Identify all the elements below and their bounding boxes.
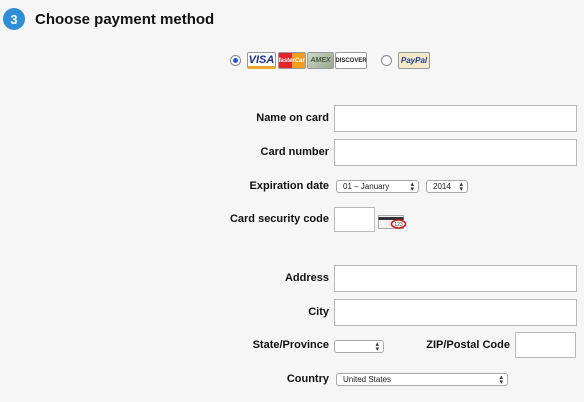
expiration-month-value: 01 – January <box>343 182 390 191</box>
visa-logo-icon: VISA <box>247 52 276 69</box>
expiration-year-select[interactable]: 2014 ▴ ▾ <box>426 180 468 193</box>
paypal-payment-radio[interactable] <box>381 55 392 66</box>
select-arrows-icon: ▴ ▾ <box>459 181 463 193</box>
discover-logo-icon: DISCOVER <box>335 52 367 69</box>
name-on-card-input[interactable] <box>334 105 577 132</box>
country-value: United States <box>343 375 392 384</box>
step-number-badge: 3 <box>3 8 25 30</box>
card-payment-radio[interactable] <box>230 55 241 66</box>
card-security-code-label: Card security code <box>229 213 329 225</box>
select-arrows-icon: ▴ ▾ <box>410 181 414 193</box>
card-number-input[interactable] <box>334 139 577 166</box>
cvv-sample-text: 123 <box>394 222 403 228</box>
card-number-label: Card number <box>260 146 329 158</box>
select-arrows-icon: ▴ ▾ <box>375 341 379 353</box>
state-province-select[interactable]: ▴ ▾ <box>334 340 384 353</box>
paypal-logo-icon: PayPal <box>398 52 430 69</box>
card-security-code-input[interactable] <box>334 207 375 232</box>
name-on-card-label: Name on card <box>256 112 329 124</box>
zip-postal-code-input[interactable] <box>515 332 576 358</box>
section-title: Choose payment method <box>35 11 215 28</box>
address-input[interactable] <box>334 265 577 292</box>
expiration-year-value: 2014 <box>433 182 451 191</box>
mastercard-logo-icon: MasterCard <box>278 52 306 69</box>
zip-postal-code-label: ZIP/Postal Code <box>426 339 510 351</box>
state-province-label: State/Province <box>252 339 329 351</box>
expiration-date-label: Expiration date <box>249 180 329 192</box>
country-label: Country <box>286 373 329 385</box>
amex-logo-icon: AMEX <box>307 52 334 69</box>
cvv-hint-icon: 123 <box>378 215 407 229</box>
select-arrows-icon: ▴ ▾ <box>499 374 503 386</box>
address-label: Address <box>284 272 329 284</box>
city-label: City <box>308 306 329 318</box>
city-input[interactable] <box>334 299 577 326</box>
country-select[interactable]: United States ▴ ▾ <box>336 373 508 386</box>
expiration-month-select[interactable]: 01 – January ▴ ▾ <box>336 180 419 193</box>
